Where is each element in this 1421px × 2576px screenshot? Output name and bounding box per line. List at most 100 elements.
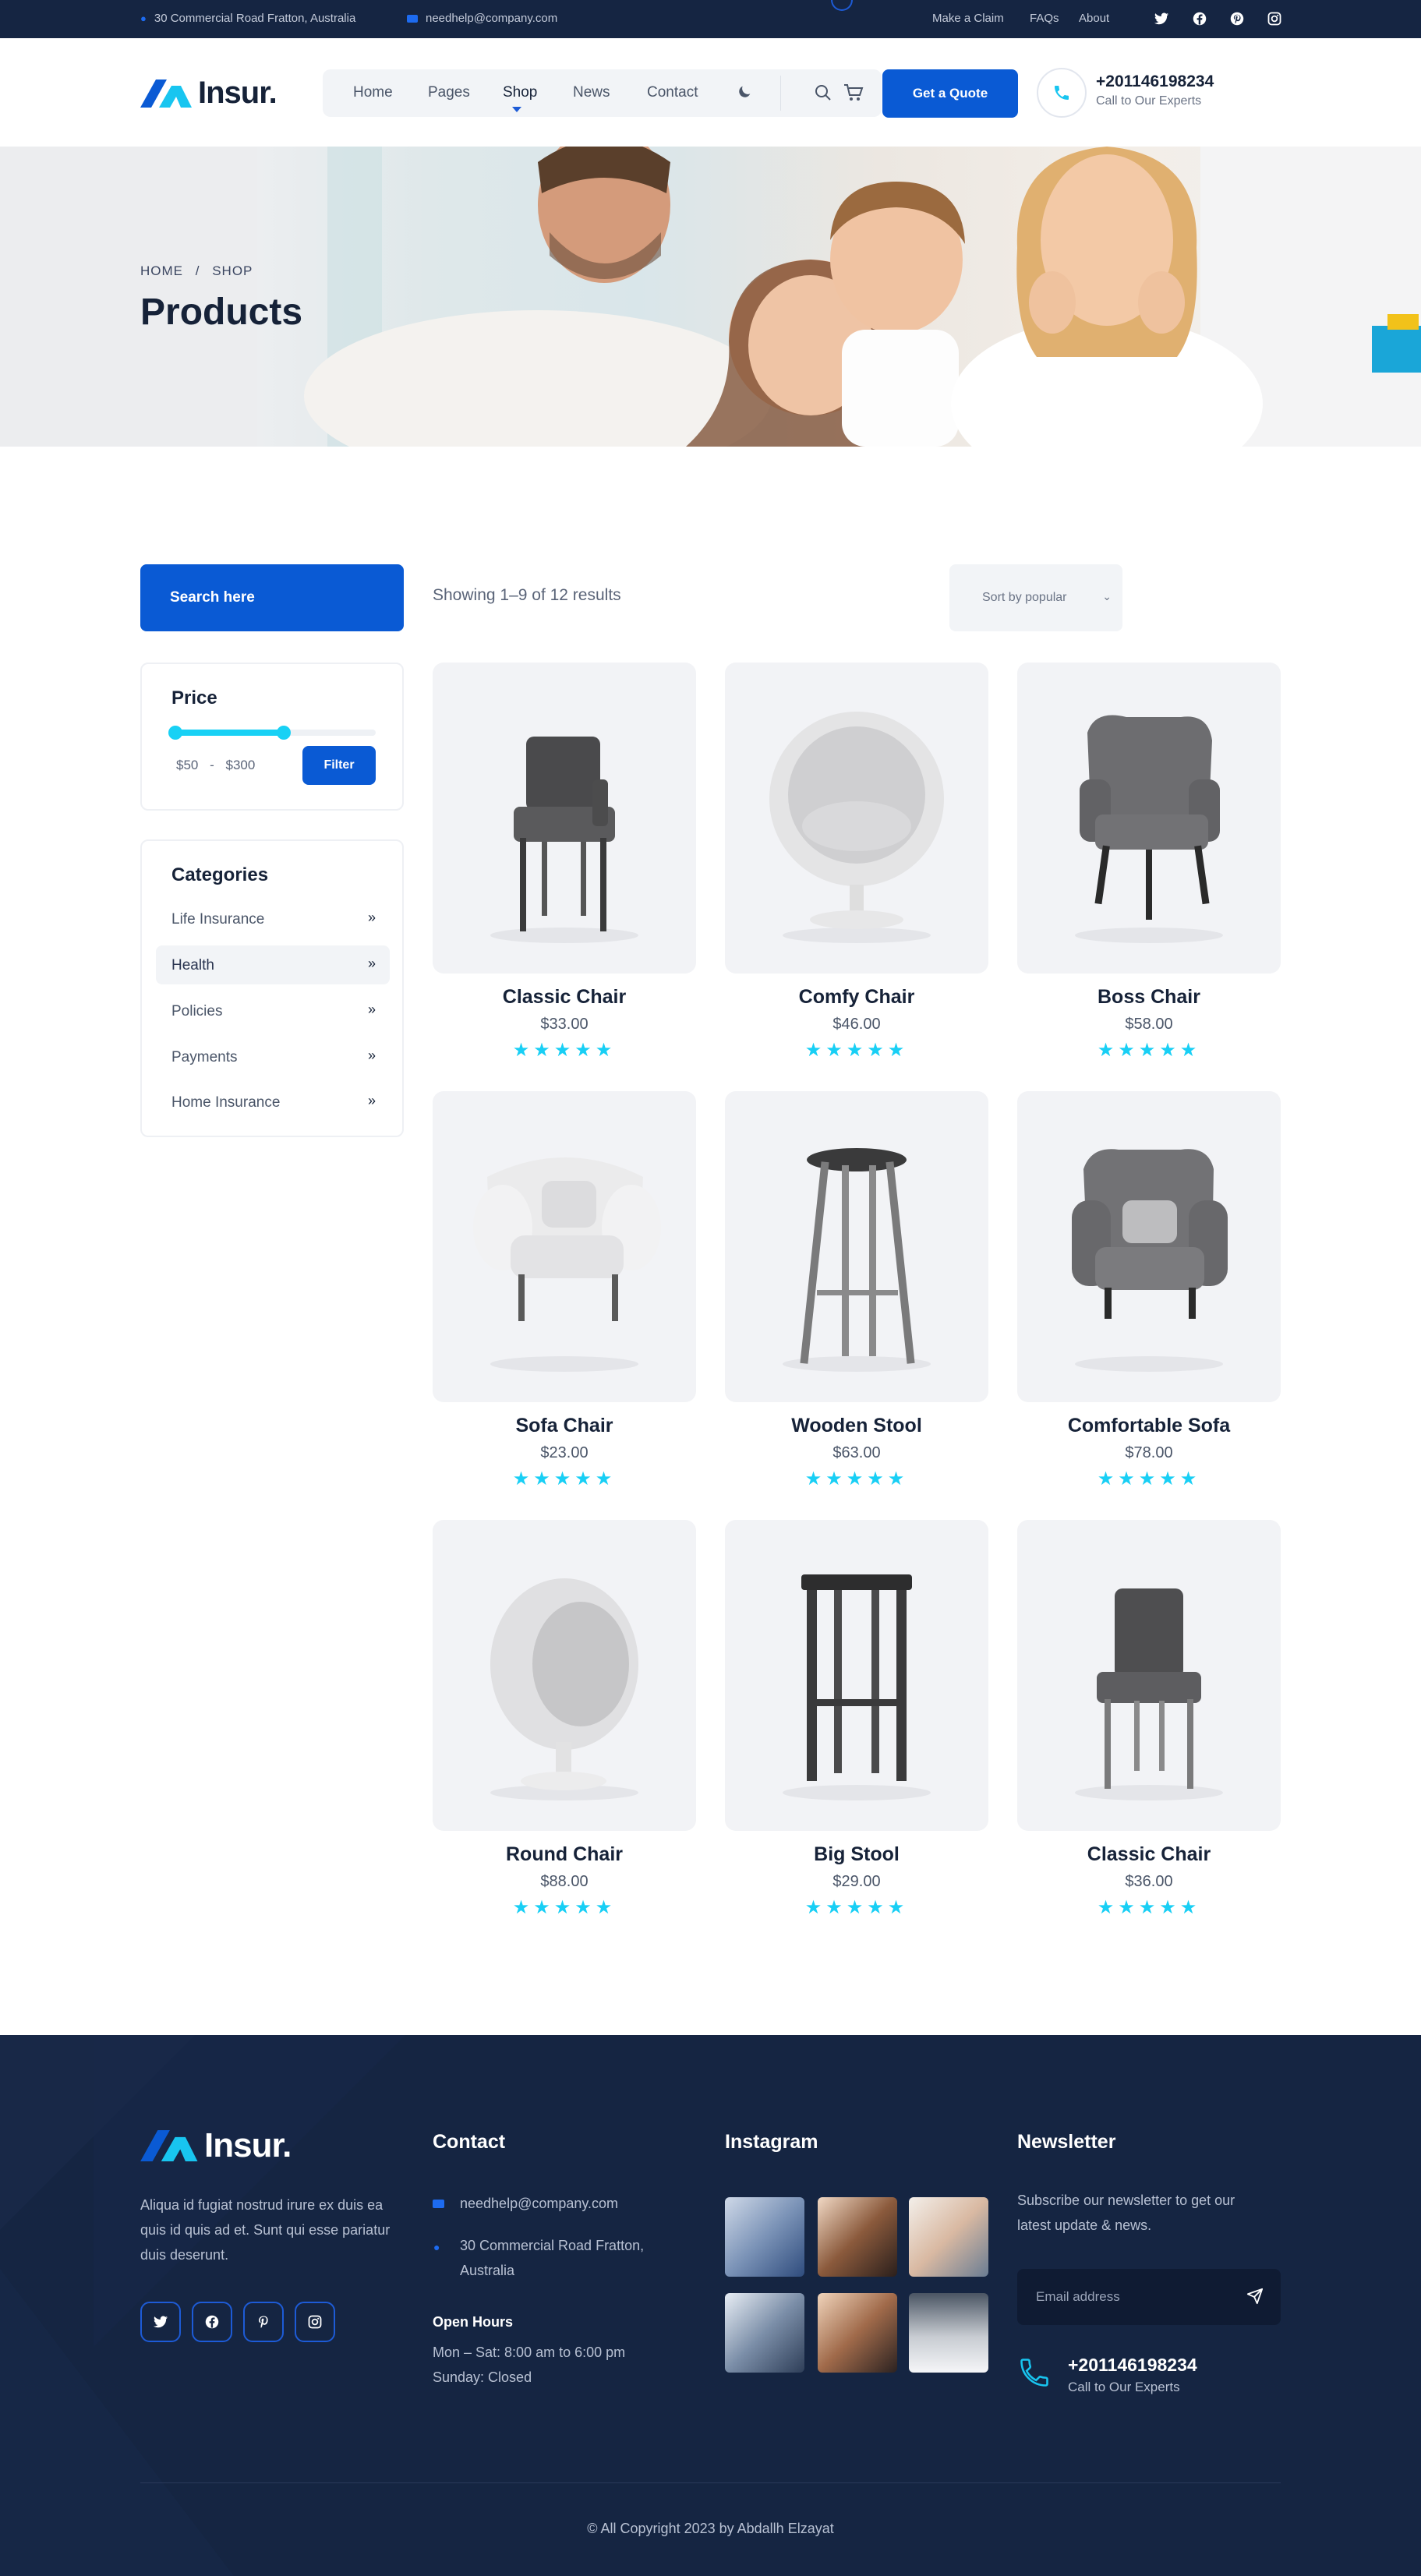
product-image[interactable] [1017,1520,1281,1831]
category-life-insurance[interactable]: Life Insurance» [156,899,390,938]
filter-button[interactable]: Filter [302,746,376,785]
location-icon: ● [140,12,147,24]
cart-icon[interactable] [843,83,864,106]
facebook-icon[interactable] [1189,9,1210,29]
star-icon: ★ [1179,1897,1201,1918]
topbar-email[interactable]: needhelp@company.com [407,12,557,25]
star-icon: ★ [804,1040,826,1061]
star-rating: ★★★★★ [1017,1896,1281,1919]
product-name[interactable]: Boss Chair [1017,986,1281,1009]
category-home-insurance[interactable]: Home Insurance» [156,1083,390,1122]
product-image[interactable] [1017,1091,1281,1402]
product-name[interactable]: Wooden Stool [725,1415,988,1437]
price-filter-card: Price $50 - $300 Filter [140,663,404,811]
copyright: © All Copyright 2023 by Abdallh Elzayat [587,2521,834,2536]
star-icon: ★ [1138,1040,1160,1061]
star-rating: ★★★★★ [1017,1468,1281,1490]
nav-divider [780,76,781,111]
category-health[interactable]: Health» [156,945,390,984]
instagram-photo[interactable] [818,2197,897,2277]
send-icon[interactable] [1246,2288,1264,2309]
star-icon: ★ [553,1040,575,1061]
twitter-icon[interactable] [1151,9,1172,29]
nav-home[interactable]: Home [353,84,393,101]
nav-news[interactable]: News [573,84,610,101]
product-image[interactable] [1017,663,1281,974]
product-image[interactable] [433,1091,696,1402]
phone-icon[interactable] [1037,68,1087,118]
price-slider-min-handle[interactable] [168,726,182,740]
price-slider-max-handle[interactable] [277,726,292,740]
product-image[interactable] [725,1520,988,1831]
product-price: $23.00 [540,1444,589,1461]
star-icon: ★ [574,1468,596,1489]
star-rating: ★★★★★ [433,1896,696,1919]
twitter-icon[interactable] [140,2302,181,2342]
category-payments[interactable]: Payments» [156,1037,390,1076]
price-slider[interactable] [168,726,376,740]
nav-contact[interactable]: Contact [647,84,698,101]
instagram-photo[interactable] [909,2197,988,2277]
star-icon: ★ [1097,1897,1119,1918]
double-chevron-right-icon: » [367,910,376,925]
star-icon: ★ [1138,1897,1160,1918]
search-icon[interactable] [814,83,832,106]
dark-mode-moon-icon[interactable] [736,83,753,104]
product-image[interactable] [725,663,988,974]
category-policies[interactable]: Policies» [156,991,390,1030]
get-quote-button[interactable]: Get a Quote [882,69,1018,118]
nav-shop[interactable]: Shop [503,84,537,101]
product-name[interactable]: Comfy Chair [725,986,988,1009]
chevron-down-icon: ⌄ [1102,590,1112,602]
newsletter-email-input[interactable]: Email address [1017,2269,1281,2325]
topbar-link-about[interactable]: About [1079,12,1109,25]
facebook-icon[interactable] [192,2302,232,2342]
footer: Insur. Aliqua id fugiat nostrud irure ex… [0,2035,1421,2576]
price-title: Price [171,687,217,708]
topbar-link-faqs[interactable]: FAQs [1030,12,1059,25]
product-price: $46.00 [832,1016,881,1033]
breadcrumb-home[interactable]: HOME [140,263,183,278]
footer-instagram-title: Instagram [725,2131,818,2153]
nav-pages[interactable]: Pages [428,84,470,101]
instagram-icon[interactable] [1264,9,1285,29]
header-phone[interactable]: +201146198234 [1096,72,1214,91]
instagram-photo[interactable] [725,2293,804,2373]
star-icon: ★ [512,1468,534,1489]
categories-card: Categories Life Insurance» Health» Polic… [140,839,404,1137]
instagram-photo[interactable] [909,2293,988,2373]
site-logo[interactable]: Insur. [140,76,277,111]
footer-phone[interactable]: +201146198234 [1068,2355,1197,2376]
product-name[interactable]: Classic Chair [1017,1843,1281,1866]
footer-email[interactable]: needhelp@company.com [460,2191,618,2216]
product-image[interactable] [725,1091,988,1402]
product-name[interactable]: Sofa Chair [433,1415,696,1437]
footer-logo[interactable]: Insur. [140,2126,292,2165]
instagram-photo[interactable] [725,2197,804,2277]
product-image[interactable] [433,663,696,974]
star-icon: ★ [533,1897,554,1918]
sort-select[interactable]: Sort by popular ⌄ [949,564,1122,631]
product-name[interactable]: Round Chair [433,1843,696,1866]
product-name[interactable]: Comfortable Sofa [1017,1415,1281,1437]
product-image[interactable] [433,1520,696,1831]
newsletter-email-placeholder: Email address [1036,2289,1120,2304]
pinterest-icon[interactable] [243,2302,284,2342]
instagram-photo[interactable] [818,2293,897,2373]
search-button[interactable]: Search here [140,564,404,631]
pinterest-icon[interactable] [1227,9,1247,29]
instagram-icon[interactable] [295,2302,335,2342]
product-price: $88.00 [540,1873,589,1890]
star-icon: ★ [595,1897,617,1918]
star-icon: ★ [512,1040,534,1061]
star-icon: ★ [533,1468,554,1489]
product-name[interactable]: Classic Chair [433,986,696,1009]
product-name[interactable]: Big Stool [725,1843,988,1866]
main-nav: Home Pages Shop News Contact [323,69,882,117]
star-icon: ★ [804,1897,826,1918]
topbar-email-text[interactable]: needhelp@company.com [426,12,557,25]
footer-contact-title: Contact [433,2131,506,2153]
topbar-link-make-claim[interactable]: Make a Claim [932,12,1004,25]
star-icon: ★ [553,1897,575,1918]
star-icon: ★ [1118,1040,1139,1061]
